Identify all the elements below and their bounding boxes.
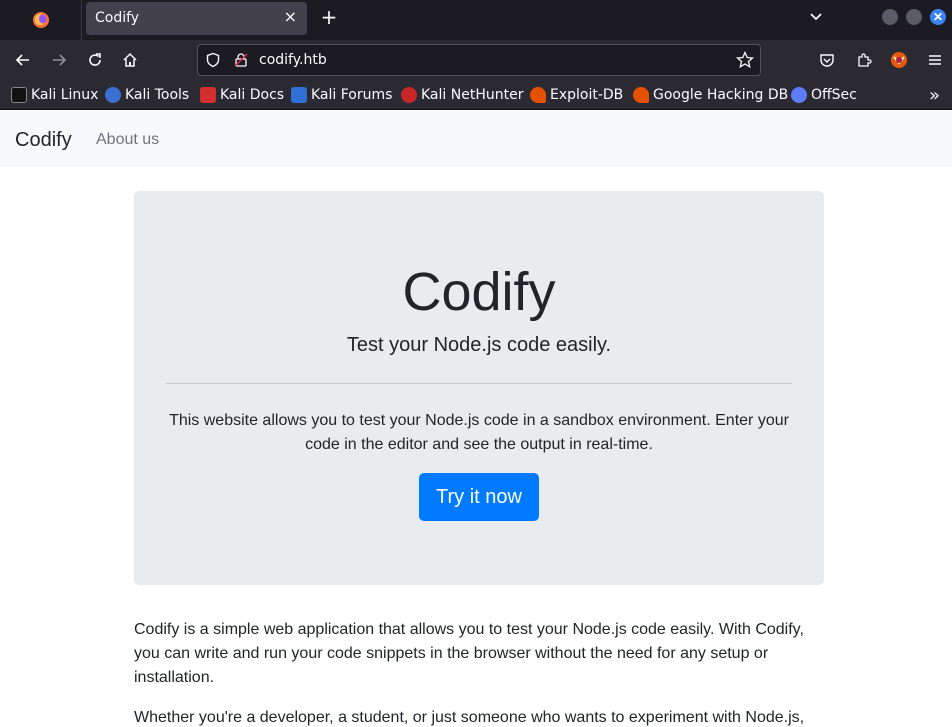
tab-title: Codify <box>95 10 140 26</box>
kali-dragon-icon <box>11 87 27 103</box>
second-paragraph: Whether you're a developer, a student, o… <box>134 709 805 726</box>
site-brand-link[interactable]: Codify <box>15 129 72 152</box>
bookmark-kali-nethunter[interactable]: Kali NetHunter <box>401 86 523 104</box>
site-navbar: Codify About us <box>0 111 952 167</box>
url-text[interactable]: codify.htb <box>259 52 327 68</box>
hero-divider <box>166 383 792 384</box>
puzzle-icon <box>858 53 872 67</box>
bookmark-star-icon[interactable] <box>736 51 754 69</box>
forward-arrow-icon <box>53 54 67 66</box>
firefox-icon <box>32 12 49 28</box>
offsec-icon <box>791 87 807 103</box>
intro-paragraph: Codify is a simple web application that … <box>134 621 804 686</box>
kali-tools-icon <box>105 87 121 103</box>
more-bookmarks-button[interactable]: » <box>929 85 940 106</box>
new-tab-button[interactable]: + <box>318 6 340 28</box>
extensions-button[interactable] <box>854 50 874 70</box>
extension-foxyproxy-button[interactable] <box>889 50 909 70</box>
bookmark-label: Kali Linux <box>31 87 99 103</box>
bookmark-kali-linux[interactable]: Kali Linux <box>11 86 98 104</box>
home-icon <box>123 52 137 67</box>
minimize-window-button[interactable] <box>882 9 898 25</box>
navigation-toolbar: codify.htb <box>0 40 952 80</box>
try-it-now-button[interactable]: Try it now <box>419 473 539 521</box>
kali-nethunter-icon <box>401 87 417 103</box>
bookmark-kali-tools[interactable]: Kali Tools <box>105 86 189 104</box>
hero-lead: Test your Node.js code easily. <box>346 334 612 356</box>
nav-about-link[interactable]: About us <box>96 131 159 149</box>
bookmark-kali-forums[interactable]: Kali Forums <box>291 86 392 104</box>
fox-extension-icon <box>891 52 907 68</box>
url-bar[interactable]: codify.htb <box>197 44 761 76</box>
bookmark-kali-docs[interactable]: Kali Docs <box>200 86 284 104</box>
firefox-menu-button[interactable] <box>0 0 82 40</box>
insecure-lock-icon[interactable] <box>233 52 249 68</box>
pocket-icon <box>820 54 834 67</box>
bookmarks-toolbar: Kali Linux Kali Tools Kali Docs Kali For… <box>0 80 952 110</box>
hero-jumbotron: Codify Test your Node.js code easily. Th… <box>134 191 824 585</box>
bookmark-label: Google Hacking DB <box>653 87 789 103</box>
browser-tab-bar: Codify × + ✕ <box>0 0 952 40</box>
maximize-window-button[interactable] <box>906 9 922 25</box>
back-arrow-icon <box>15 54 29 66</box>
forward-button[interactable] <box>49 50 69 70</box>
pocket-button[interactable] <box>817 50 837 70</box>
bookmark-google-hacking-db[interactable]: Google Hacking DB <box>633 86 788 104</box>
hamburger-menu-icon <box>929 55 941 65</box>
bookmark-label: Kali NetHunter <box>421 87 524 103</box>
exploit-db-icon <box>530 87 546 103</box>
reload-icon <box>89 53 101 66</box>
hero-description: This website allows you to test your Nod… <box>169 412 789 453</box>
bookmark-label: OffSec <box>811 87 857 103</box>
bookmark-offsec[interactable]: OffSec <box>791 86 857 104</box>
home-button[interactable] <box>120 50 140 70</box>
kali-forums-icon <box>291 87 307 103</box>
list-all-tabs-button[interactable] <box>808 8 824 29</box>
reload-button[interactable] <box>85 50 105 70</box>
bookmark-exploit-db[interactable]: Exploit-DB <box>530 86 623 104</box>
back-button[interactable] <box>13 50 33 70</box>
bookmark-label: Kali Docs <box>220 87 285 103</box>
tab-close-icon[interactable]: × <box>284 7 297 26</box>
kali-docs-icon <box>200 87 216 103</box>
bookmark-label: Kali Tools <box>125 87 190 103</box>
chevron-down-icon <box>810 13 822 21</box>
ghdb-icon <box>633 87 649 103</box>
bookmark-label: Exploit-DB <box>550 87 624 103</box>
close-window-button[interactable]: ✕ <box>930 9 946 25</box>
app-menu-button[interactable] <box>925 50 945 70</box>
bookmark-label: Kali Forums <box>311 87 393 103</box>
hero-title: Codify <box>402 262 556 322</box>
tab-codify[interactable]: Codify × <box>86 2 307 35</box>
shield-icon[interactable] <box>205 52 221 68</box>
